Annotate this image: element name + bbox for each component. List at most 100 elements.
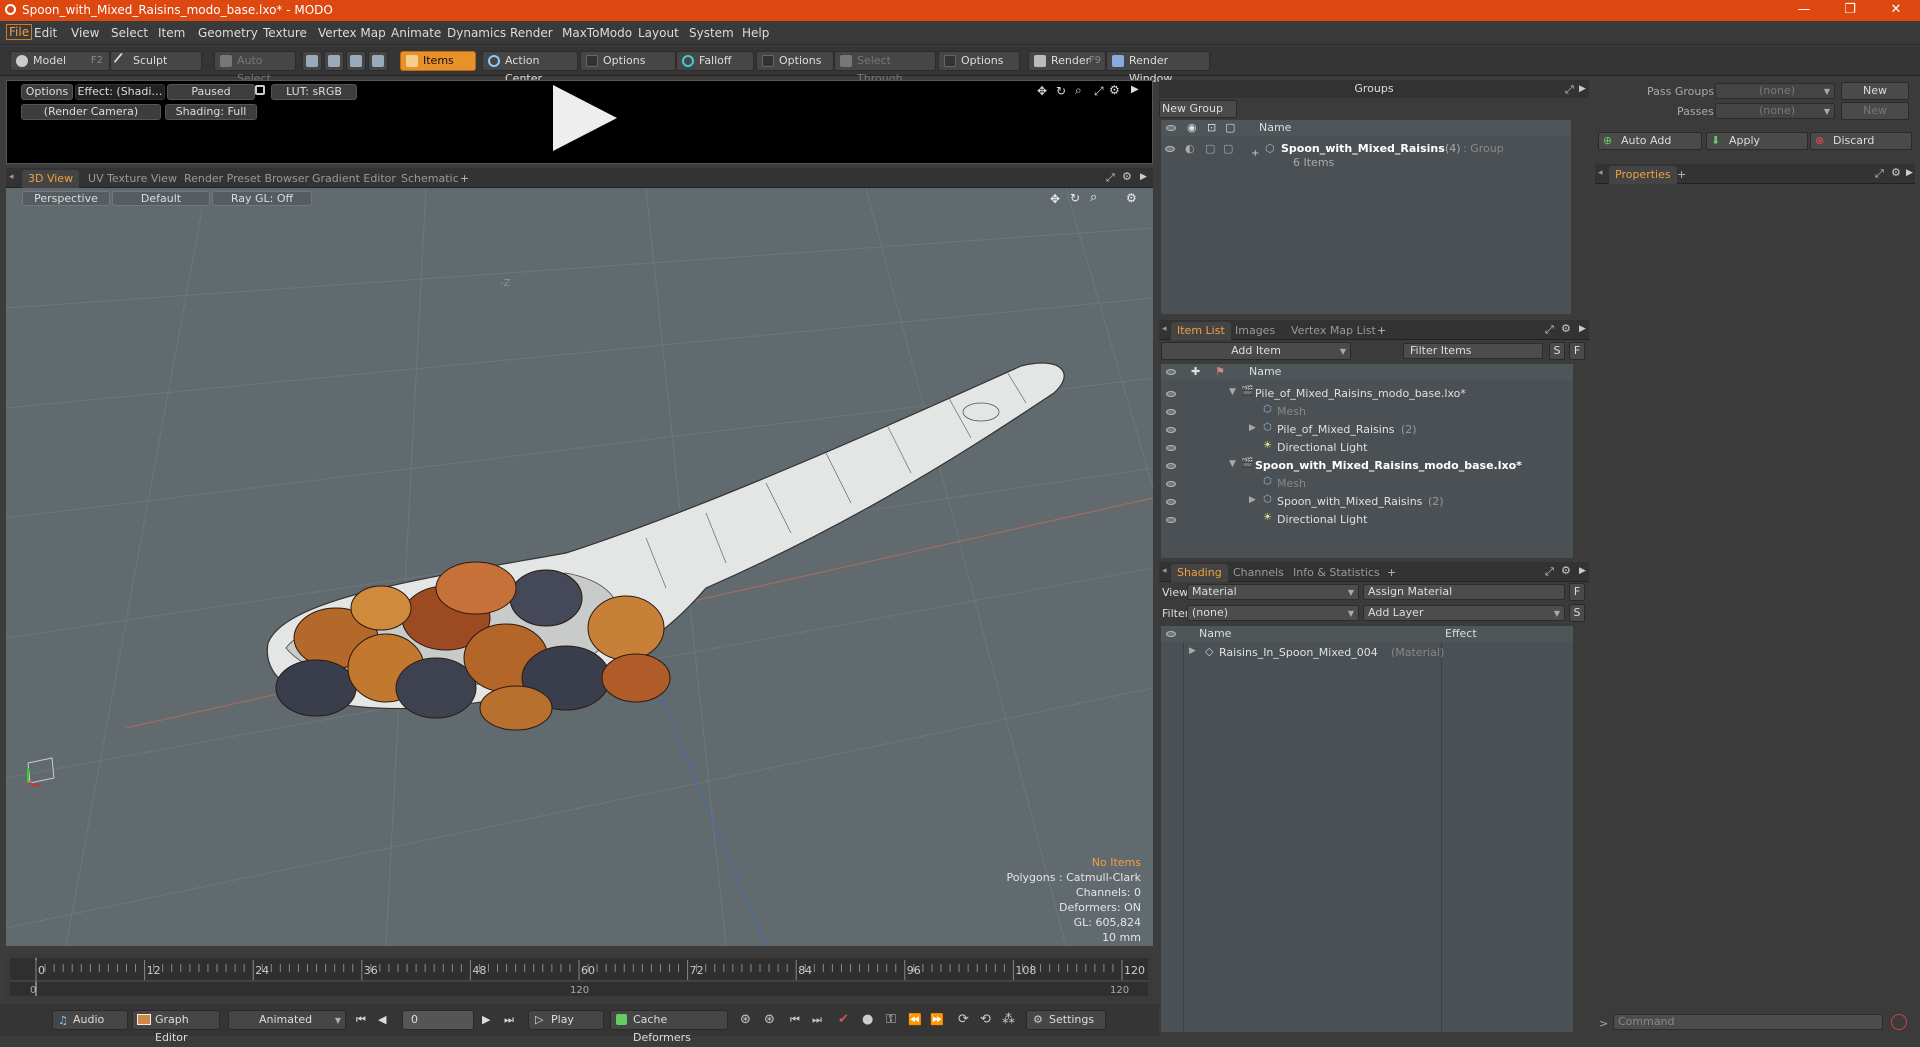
visibility-icon[interactable] (1166, 391, 1176, 397)
select-vertices-button[interactable] (302, 51, 322, 71)
menu-maxtomodo[interactable]: MaxToModo (562, 26, 632, 40)
timeline[interactable]: 0 12 24 36 48 60 72 84 96 108 120 0 120 120 (6, 954, 1153, 1000)
visibility-icon[interactable] (1166, 499, 1176, 505)
key-next-icon[interactable]: ⏭ (812, 1013, 822, 1027)
auto-select-button[interactable]: Auto Select (214, 51, 296, 85)
panel-gear-icon[interactable]: ⚙ (1122, 170, 1132, 183)
record-icon[interactable]: ● (862, 1012, 873, 1027)
panel-arrow-icon[interactable]: ▶ (1140, 172, 1147, 182)
auto-add-button[interactable]: ⊕ Auto Add (1598, 132, 1702, 150)
visibility-icon[interactable] (1165, 146, 1175, 152)
tab-vertex-map-list[interactable]: Vertex Map List (1285, 322, 1382, 340)
zoom-icon[interactable]: ⌕ (1075, 83, 1082, 98)
viewport-rotate-icon[interactable]: ↻ (1070, 191, 1080, 205)
falloff-options-button[interactable]: Options (756, 51, 834, 71)
menu-view[interactable]: View (71, 26, 99, 40)
action-center-button[interactable]: Action Center (482, 51, 578, 85)
viewport-move-icon[interactable]: ✥ (1050, 192, 1060, 206)
maximize-panel-icon[interactable]: ⤢ (1545, 565, 1554, 579)
tab-uv-texture-view[interactable]: UV Texture View (82, 170, 183, 188)
shading-filter-dropdown[interactable]: (none) ▼ (1187, 605, 1359, 621)
frame-input[interactable]: 0 (402, 1010, 474, 1030)
menu-dynamics[interactable]: Dynamics (447, 26, 506, 40)
tab-menu-icon[interactable]: ◂ (9, 172, 14, 182)
select-through-button[interactable]: Select Through (834, 51, 936, 85)
visibility-icon[interactable] (1166, 463, 1176, 469)
lock-icon[interactable] (255, 85, 265, 95)
menu-animate[interactable]: Animate (391, 26, 441, 40)
falloff-button[interactable]: Falloff (676, 51, 754, 71)
tab-properties[interactable]: Properties (1609, 166, 1677, 184)
menu-system[interactable]: System (689, 26, 734, 40)
visibility-icon[interactable] (1166, 409, 1176, 415)
raygl-dropdown[interactable]: Ray GL: Off (212, 191, 312, 206)
panel-gear-icon[interactable]: ⚙ (1891, 166, 1901, 179)
cache-deformers-button[interactable]: Cache Deformers (610, 1010, 728, 1044)
panel-gear-icon[interactable]: ⚙ (1561, 564, 1571, 577)
pass-groups-dropdown[interactable]: (none) ▼ (1715, 83, 1835, 99)
select-materials-button[interactable] (368, 51, 388, 71)
loop-icon[interactable]: ⟲ (980, 1012, 991, 1027)
visibility-icon[interactable] (1166, 445, 1176, 451)
add-layer-dropdown[interactable]: Add Layer ▼ (1363, 605, 1565, 621)
panel-arrow-icon[interactable]: ▶ (1579, 566, 1586, 576)
filter-items-input[interactable]: Filter Items (1403, 343, 1543, 359)
viewport-gear-icon[interactable]: ⚙ (1126, 191, 1137, 205)
model-mode-button[interactable]: Model F2 (10, 51, 110, 71)
3d-viewport[interactable]: -Z No Items Polygons : Catmull-Clark Cha… (6, 188, 1153, 946)
key-filter-icon[interactable]: ⚿ (886, 1012, 896, 1027)
menu-geometry[interactable]: Geometry (198, 26, 258, 40)
menu-texture[interactable]: Texture (263, 26, 307, 40)
discard-button[interactable]: ⊗ Discard (1810, 132, 1912, 150)
key-tool2-icon[interactable]: ⊛ (764, 1012, 775, 1027)
preview-camera-dropdown[interactable]: (Render Camera) (21, 104, 161, 120)
tab-images[interactable]: Images (1229, 322, 1281, 340)
select-polygons-button[interactable] (346, 51, 366, 71)
add-tab-button[interactable]: + (1371, 322, 1392, 340)
tab-channels[interactable]: Channels (1227, 564, 1290, 582)
visibility-icon[interactable] (1166, 481, 1176, 487)
action-center-options-button[interactable]: Options (580, 51, 676, 71)
preview-effect-dropdown[interactable]: Effect: (Shadi… (75, 84, 165, 100)
next-frame-icon[interactable]: ▶ (482, 1013, 490, 1026)
preview-shading-dropdown[interactable]: Shading: Full (165, 104, 257, 120)
visibility-icon[interactable] (1166, 517, 1176, 523)
preview-options-button[interactable]: Options (21, 84, 73, 100)
lock-toggle-icon[interactable]: ▢ (1205, 142, 1215, 155)
shader-tree[interactable] (1161, 626, 1573, 1032)
menu-edit[interactable]: Edit (34, 26, 57, 40)
key-set-icon[interactable]: ✔ (838, 1012, 849, 1027)
groups-arrow-icon[interactable]: ▶ (1579, 84, 1586, 94)
key-jump-prev-icon[interactable]: ⏪ (908, 1013, 922, 1026)
add-tab-button[interactable]: + (454, 170, 475, 188)
tab-menu-icon[interactable]: ◂ (1162, 566, 1167, 576)
maximize-panel-icon[interactable]: ⤢ (1106, 171, 1115, 185)
audio-button[interactable]: ♫ Audio (52, 1010, 128, 1030)
sculpt-mode-button[interactable]: Sculpt (110, 51, 202, 71)
select-edges-button[interactable] (324, 51, 344, 71)
maximize-panel-icon[interactable]: ⤢ (1875, 167, 1884, 181)
key-jump-next-icon[interactable]: ⏩ (930, 1013, 944, 1026)
menu-file[interactable]: File (6, 24, 33, 40)
visibility-icon[interactable] (1166, 427, 1176, 433)
render-window-button[interactable]: Render Window (1106, 51, 1210, 85)
tab-menu-icon[interactable]: ◂ (1162, 324, 1167, 334)
expand-arrow-icon[interactable]: ▶ (1189, 646, 1196, 656)
collapse-arrow-icon[interactable]: ▼ (1229, 459, 1236, 469)
command-stop-icon[interactable] (1891, 1014, 1907, 1030)
gear-icon[interactable]: ⚙ (1109, 83, 1120, 97)
menu-vertex-map[interactable]: Vertex Map (318, 26, 386, 40)
menu-render[interactable]: Render (510, 26, 553, 40)
new-pass-button[interactable]: New (1841, 102, 1909, 120)
panel-gear-icon[interactable]: ⚙ (1561, 322, 1571, 335)
tab-gradient-editor[interactable]: Gradient Editor (306, 170, 402, 188)
shading-s-button[interactable]: S (1569, 604, 1585, 622)
filter-f-button[interactable]: F (1569, 342, 1585, 360)
new-group-button[interactable]: New Group (1159, 100, 1237, 118)
sync-icon[interactable]: ⟳ (958, 1012, 969, 1027)
fit-icon[interactable]: ⤢ (1094, 84, 1104, 99)
tab-render-preset-browser[interactable]: Render Preset Browser (178, 170, 315, 188)
play-icon[interactable] (553, 85, 617, 151)
items-mode-button[interactable]: Items (400, 51, 476, 71)
add-tab-button[interactable]: + (1671, 166, 1692, 184)
